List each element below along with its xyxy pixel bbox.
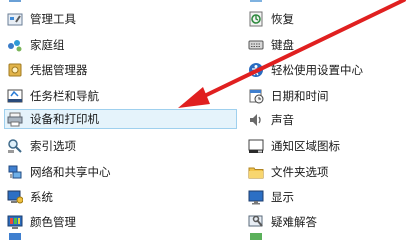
troubleshooting-icon	[248, 214, 264, 230]
partial-icon	[7, 0, 23, 4]
cp-item-credential-manager[interactable]: 凭据管理器	[7, 60, 88, 80]
sound-icon	[248, 112, 264, 128]
cp-item-recovery[interactable]: 恢复	[248, 9, 294, 29]
cp-item-system[interactable]: 系统	[7, 187, 53, 207]
partial-icon	[248, 0, 264, 4]
credential-manager-icon	[7, 62, 23, 78]
ease-of-access-icon	[248, 62, 264, 78]
cut-item-top-left[interactable]	[7, 0, 30, 4]
cut-item-top-right[interactable]	[248, 0, 271, 4]
cp-item-label: 通知区域图标	[271, 139, 340, 153]
cp-item-color-management[interactable]: 颜色管理	[7, 212, 76, 232]
cp-item-folder-options[interactable]: 文件夹选项	[248, 162, 329, 182]
color-management-icon	[7, 214, 23, 230]
cp-item-label: 管理工具	[30, 12, 76, 26]
cp-item-label: 系统	[30, 190, 53, 204]
cp-item-network[interactable]: 网络和共享中心	[7, 162, 111, 182]
cp-item-label: 颜色管理	[30, 215, 76, 229]
cp-item-taskbar[interactable]: 任务栏和导航	[7, 86, 99, 106]
indexing-icon	[7, 138, 23, 154]
network-icon	[7, 164, 23, 180]
cp-item-label: 设备和打印机	[30, 112, 99, 126]
homegroup-icon	[7, 37, 23, 53]
cp-item-label: 显示	[271, 190, 294, 204]
cp-item-ease-of-access[interactable]: 轻松使用设置中心	[248, 60, 363, 80]
cp-item-keyboard[interactable]: 键盘	[248, 35, 294, 55]
cp-item-display[interactable]: 显示	[248, 187, 294, 207]
cp-item-admin-tools[interactable]: 管理工具	[7, 9, 76, 29]
taskbar-icon	[7, 88, 23, 104]
keyboard-icon	[248, 37, 264, 53]
cp-item-notification-area[interactable]: 通知区域图标	[248, 136, 340, 156]
folder-options-icon	[248, 164, 264, 180]
cp-item-date-time[interactable]: 日期和时间	[248, 86, 329, 106]
cp-item-homegroup[interactable]: 家庭组	[7, 35, 65, 55]
admin-tools-icon	[7, 11, 23, 27]
cp-item-label: 索引选项	[30, 139, 76, 153]
cp-item-label: 恢复	[271, 12, 294, 26]
cp-item-label: 声音	[271, 113, 294, 127]
cp-item-label: 键盘	[271, 38, 294, 52]
cp-item-label: 家庭组	[30, 38, 65, 52]
cut-item-bottom-right[interactable]	[248, 233, 271, 240]
cp-item-troubleshooting[interactable]: 疑难解答	[248, 212, 317, 232]
cp-item-label: 任务栏和导航	[30, 89, 99, 103]
cp-item-sound[interactable]: 声音	[248, 110, 294, 130]
cut-item-bottom-left[interactable]	[7, 233, 30, 240]
notification-area-icon	[248, 138, 264, 154]
system-icon	[7, 189, 24, 205]
partial-icon	[7, 233, 23, 240]
cp-item-label: 轻松使用设置中心	[271, 63, 363, 77]
cp-item-indexing[interactable]: 索引选项	[7, 136, 76, 156]
display-icon	[248, 189, 264, 205]
recovery-icon	[248, 11, 264, 27]
date-time-icon	[248, 88, 264, 104]
cp-item-label: 文件夹选项	[271, 165, 329, 179]
cp-item-devices-printers[interactable]: 设备和打印机	[4, 109, 237, 129]
cp-item-label: 日期和时间	[271, 89, 329, 103]
devices-printers-icon	[7, 111, 23, 127]
cp-item-label: 疑难解答	[271, 215, 317, 229]
cp-item-label: 凭据管理器	[30, 63, 88, 77]
cp-item-label: 网络和共享中心	[30, 165, 111, 179]
partial-icon	[248, 233, 264, 240]
